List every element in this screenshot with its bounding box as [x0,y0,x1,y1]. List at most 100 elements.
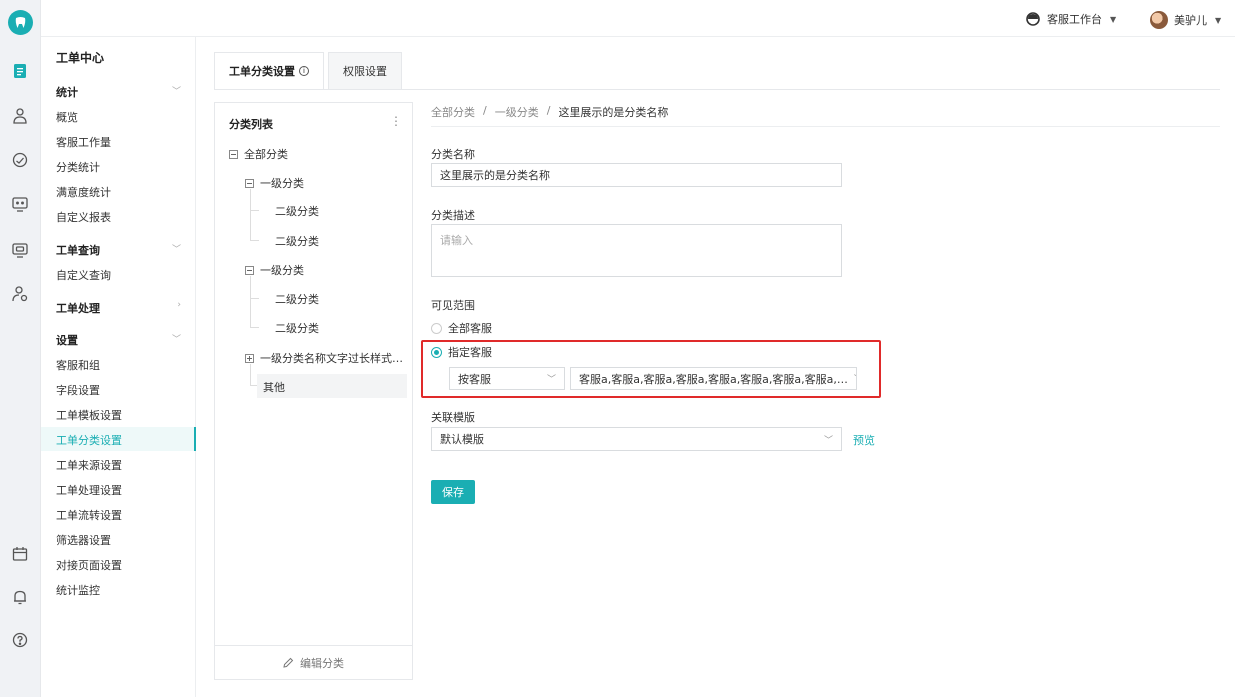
bell-icon[interactable] [10,587,30,607]
breadcrumb-separator: / [546,104,551,117]
radio-label: 指定客服 [448,346,492,359]
robot-screen-icon[interactable] [10,240,30,260]
template-label: 关联模版 [431,411,475,424]
dashboard-icon[interactable] [10,150,30,170]
chat-monitor-icon[interactable] [10,194,30,214]
edit-pencil-icon [283,657,294,668]
category-desc-textarea[interactable]: 请输入 [431,224,842,277]
tree-node-level1[interactable]: 一级分类 [245,262,304,278]
user-settings-icon[interactable] [10,284,30,304]
nav-section-stats[interactable]: 统计 ﹀ [56,84,181,100]
tree-node-level2[interactable]: 二级分类 [275,203,319,219]
nav-item-flow-settings[interactable]: 工单流转设置 [56,507,122,523]
tree-node-label: 一级分类 [260,264,304,277]
tab-bar: 工单分类设置 i 权限设置 [214,52,406,89]
tree-node-level1-long[interactable]: 一级分类名称文字过长样式… [245,350,403,366]
icon-rail [0,0,41,697]
tree-node-other[interactable]: 其他 [263,379,285,395]
breadcrumb-item[interactable]: 全部分类 [431,104,475,120]
visibility-scope-label: 可见范围 [431,299,475,312]
tree-guide-line [250,189,251,241]
nav-item-overview[interactable]: 概览 [56,109,78,125]
nav-item-custom-report[interactable]: 自定义报表 [56,209,111,225]
tree-node-level2[interactable]: 二级分类 [275,320,319,336]
customer-icon[interactable] [10,106,30,126]
tree-node-level1[interactable]: 一级分类 [245,175,304,191]
workbench-dropdown[interactable]: 客服工作台 ▼ [1025,11,1116,27]
tab-label: 工单分类设置 [229,65,295,78]
preview-link[interactable]: 预览 [853,432,875,448]
help-icon[interactable] [10,630,30,650]
nav-item-filter-settings[interactable]: 筛选器设置 [56,532,111,548]
save-button[interactable]: 保存 [431,480,475,504]
nav-item-custom-query[interactable]: 自定义查询 [56,267,111,283]
expand-icon[interactable] [245,353,254,363]
radio-label: 全部客服 [448,322,492,335]
select-value: 客服a,客服a,客服a,客服a,客服a,客服a,客服a,客服a,… [579,372,848,386]
category-name-label: 分类名称 [431,148,475,161]
breadcrumb: 全部分类 / 一级分类 / 这里展示的是分类名称 [431,104,668,120]
tree-node-level2[interactable]: 二级分类 [275,233,319,249]
nav-item-integration-page[interactable]: 对接页面设置 [56,557,122,573]
chevron-down-icon: ﹀ [823,435,833,446]
nav-item-category-stats[interactable]: 分类统计 [56,159,100,175]
nav-item-category-settings[interactable]: 工单分类设置 [56,432,122,448]
chevron-down-icon: ﹀ [546,375,556,385]
calendar-icon[interactable] [10,544,30,564]
collapse-icon[interactable] [229,149,238,159]
nav-item-field-settings[interactable]: 字段设置 [56,382,100,398]
tree-guide-line [251,240,259,241]
info-icon[interactable]: i [299,66,309,76]
by-agent-select[interactable]: 按客服 ﹀ [449,367,565,390]
nav-item-process-settings[interactable]: 工单处理设置 [56,482,122,498]
category-name-input[interactable]: 这里展示的是分类名称 [431,163,842,187]
user-name: 美驴儿 [1174,14,1207,27]
nav-section-query[interactable]: 工单查询 ﹀ [56,242,181,258]
radio-circle [431,322,442,334]
nav-section-process[interactable]: 工单处理 › [56,300,181,316]
caret-down-icon: ▼ [1110,14,1117,24]
customer-service-icon [1026,12,1040,26]
breadcrumb-item[interactable]: 一级分类 [495,104,539,120]
tooth-logo-icon[interactable] [8,10,33,35]
nav-item-stats-monitor[interactable]: 统计监控 [56,582,100,598]
select-value: 默认模版 [440,433,484,446]
tree-node-level2[interactable]: 二级分类 [275,291,319,307]
nav-item-agents-groups[interactable]: 客服和组 [56,357,100,373]
nav-item-agent-workload[interactable]: 客服工作量 [56,134,111,150]
chevron-down-icon: ﹀ [171,87,181,97]
nav-item-satisfaction-stats[interactable]: 满意度统计 [56,184,111,200]
tab-category-settings[interactable]: 工单分类设置 i [214,52,324,89]
nav-section-settings[interactable]: 设置 ﹀ [56,332,181,348]
collapse-icon[interactable] [245,265,254,275]
main-content: 工单分类设置 i 权限设置 分类列表 ⋮ 全部分类 一级分类 二级分类 二级分类… [197,37,1235,697]
nav-item-source-settings[interactable]: 工单来源设置 [56,457,122,473]
category-list-title: 分类列表 [229,118,273,131]
nav-section-label: 工单处理 [56,302,100,315]
tab-divider [214,89,1220,90]
avatar [1150,11,1168,29]
nav-section-label: 统计 [56,86,78,99]
user-menu[interactable]: 美驴儿 ▼ [1150,11,1221,29]
chevron-down-icon: ﹀ [171,245,181,255]
ticket-icon[interactable] [10,61,30,81]
nav-title: 工单中心 [56,51,105,65]
tree-guide-line [250,276,251,328]
breadcrumb-separator: / [483,104,487,117]
tree-node-label: 一级分类名称文字过长样式… [260,352,403,365]
collapse-icon[interactable] [245,178,254,188]
more-vertical-icon[interactable]: ⋮ [390,114,402,128]
edit-category-button[interactable]: 编辑分类 [215,645,412,679]
tree-node-root[interactable]: 全部分类 [229,146,288,162]
category-list-panel: 分类列表 ⋮ 全部分类 一级分类 二级分类 二级分类 一级分类 二级分类 二级分… [214,102,413,680]
agents-multiselect[interactable]: 客服a,客服a,客服a,客服a,客服a,客服a,客服a,客服a,… ﹀ [570,367,857,390]
tree-node-label: 全部分类 [244,148,288,161]
radio-specified-agents[interactable]: 指定客服 [431,344,492,360]
tab-permission-settings[interactable]: 权限设置 [328,52,402,89]
chevron-right-icon: › [177,300,181,310]
tree-guide-line [251,298,259,299]
radio-circle-checked [431,346,442,358]
radio-all-agents[interactable]: 全部客服 [431,320,492,336]
nav-item-template-settings[interactable]: 工单模板设置 [56,407,122,423]
template-select[interactable]: 默认模版 ﹀ [431,427,842,451]
